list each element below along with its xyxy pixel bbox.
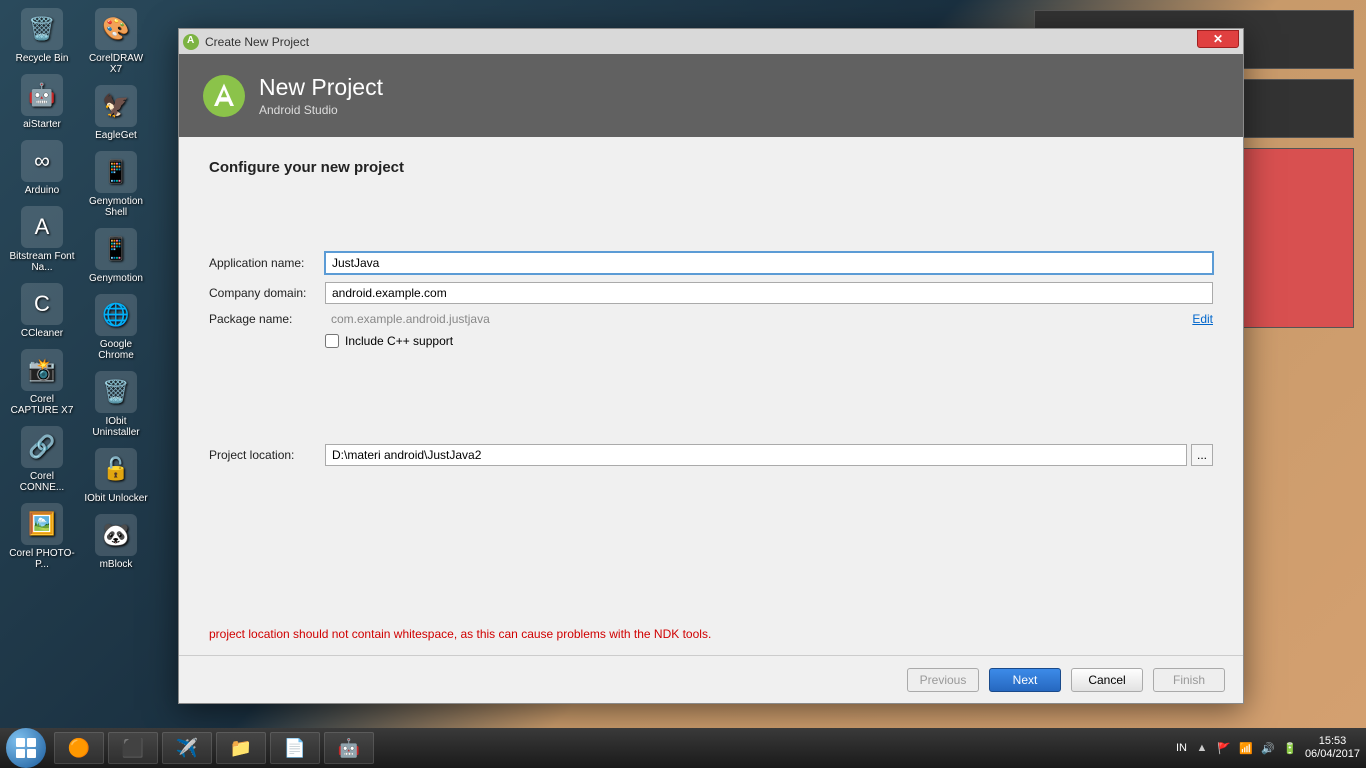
desktop: 🗑️Recycle Bin 🤖aiStarter ∞Arduino ABitst…: [0, 0, 1366, 768]
language-indicator[interactable]: IN: [1176, 742, 1187, 754]
desktop-icon-aistarter[interactable]: 🤖aiStarter: [8, 74, 76, 130]
titlebar[interactable]: Create New Project ✕: [179, 29, 1243, 54]
package-name-value: com.example.android.justjava: [325, 312, 1184, 326]
taskbar-item-uc[interactable]: 🟠: [54, 732, 104, 764]
desktop-icon-genymotion-shell[interactable]: 📱Genymotion Shell: [82, 151, 150, 218]
show-hidden-icon[interactable]: ▲: [1195, 741, 1209, 755]
browse-button[interactable]: ...: [1191, 444, 1213, 466]
desktop-icon-recycle-bin[interactable]: 🗑️Recycle Bin: [8, 8, 76, 64]
ccleaner-icon: C: [21, 283, 63, 325]
chrome-icon: 🌐: [95, 294, 137, 336]
cancel-button[interactable]: Cancel: [1071, 668, 1143, 692]
close-button[interactable]: ✕: [1197, 30, 1239, 48]
desktop-icon-ccleaner[interactable]: CCCleaner: [8, 283, 76, 339]
desktop-icon-genymotion[interactable]: 📱Genymotion: [82, 228, 150, 284]
taskbar-item-nox[interactable]: ⬛: [108, 732, 158, 764]
edit-package-link[interactable]: Edit: [1192, 312, 1213, 326]
section-title: Configure your new project: [209, 159, 1213, 176]
app-icon: 🤖: [21, 74, 63, 116]
package-label: Package name:: [209, 312, 325, 326]
window-title: Create New Project: [205, 35, 309, 49]
mblock-icon: 🐼: [95, 514, 137, 556]
desktop-icon-iobit-unlocker[interactable]: 🔓IObit Unlocker: [82, 448, 150, 504]
android-studio-icon: [183, 34, 199, 50]
unlocker-icon: 🔓: [95, 448, 137, 490]
photo-icon: 🖼️: [21, 503, 63, 545]
header-subtitle: Android Studio: [259, 103, 383, 117]
flag-icon[interactable]: 🚩: [1217, 741, 1231, 755]
taskbar-item-android-studio[interactable]: 🤖: [324, 732, 374, 764]
desktop-icon-chrome[interactable]: 🌐Google Chrome: [82, 294, 150, 361]
desktop-icon-iobit-uninstaller[interactable]: 🗑️IObit Uninstaller: [82, 371, 150, 438]
coreldraw-icon: 🎨: [95, 8, 137, 50]
desktop-icon-eagleget[interactable]: 🦅EagleGet: [82, 85, 150, 141]
shell-icon: 📱: [95, 151, 137, 193]
genymotion-icon: 📱: [95, 228, 137, 270]
dialog-header: New Project Android Studio: [179, 54, 1243, 137]
desktop-icon-corel-photo[interactable]: 🖼️Corel PHOTO-P...: [8, 503, 76, 570]
network-icon[interactable]: 📶: [1239, 741, 1253, 755]
location-label: Project location:: [209, 448, 325, 462]
uninstaller-icon: 🗑️: [95, 371, 137, 413]
include-cpp-label: Include C++ support: [345, 334, 453, 348]
battery-icon[interactable]: 🔋: [1283, 741, 1297, 755]
app-name-input[interactable]: [325, 252, 1213, 274]
dialog-footer: Previous Next Cancel Finish: [179, 655, 1243, 703]
connect-icon: 🔗: [21, 426, 63, 468]
start-button[interactable]: [6, 728, 46, 768]
desktop-icon-corel-capture[interactable]: 📸Corel CAPTURE X7: [8, 349, 76, 416]
desktop-icon-arduino[interactable]: ∞Arduino: [8, 140, 76, 196]
desktop-icon-mblock[interactable]: 🐼mBlock: [82, 514, 150, 570]
font-icon: A: [21, 206, 63, 248]
taskbar-item-explorer[interactable]: 📁: [216, 732, 266, 764]
desktop-icons: 🗑️Recycle Bin 🤖aiStarter ∞Arduino ABitst…: [8, 8, 150, 728]
create-project-dialog: Create New Project ✕ New Project Android…: [178, 28, 1244, 704]
volume-icon[interactable]: 🔊: [1261, 741, 1275, 755]
desktop-icon-coreldraw[interactable]: 🎨CorelDRAW X7: [82, 8, 150, 75]
include-cpp-checkbox[interactable]: [325, 334, 339, 348]
next-button[interactable]: Next: [989, 668, 1061, 692]
arduino-icon: ∞: [21, 140, 63, 182]
dialog-content: Configure your new project Application n…: [179, 137, 1243, 466]
taskbar: 🟠 ⬛ ✈️ 📁 📄 🤖 IN ▲ 🚩 📶 🔊 🔋 15:53 06/04/20…: [0, 728, 1366, 768]
windows-icon: [16, 738, 36, 758]
capture-icon: 📸: [21, 349, 63, 391]
system-tray: IN ▲ 🚩 📶 🔊 🔋 15:53 06/04/2017: [1176, 735, 1360, 761]
project-location-input[interactable]: [325, 444, 1187, 466]
taskbar-item-telegram[interactable]: ✈️: [162, 732, 212, 764]
app-name-label: Application name:: [209, 256, 325, 270]
clock[interactable]: 15:53 06/04/2017: [1305, 735, 1360, 761]
android-studio-logo-icon: [203, 75, 245, 117]
warning-text: project location should not contain whit…: [209, 627, 711, 641]
taskbar-item-notepad[interactable]: 📄: [270, 732, 320, 764]
company-domain-input[interactable]: [325, 282, 1213, 304]
desktop-icon-corel-connect[interactable]: 🔗Corel CONNE...: [8, 426, 76, 493]
previous-button: Previous: [907, 668, 979, 692]
company-label: Company domain:: [209, 286, 325, 300]
eagleget-icon: 🦅: [95, 85, 137, 127]
recycle-bin-icon: 🗑️: [21, 8, 63, 50]
header-title: New Project: [259, 74, 383, 101]
desktop-icon-bitstream[interactable]: ABitstream Font Na...: [8, 206, 76, 273]
finish-button: Finish: [1153, 668, 1225, 692]
